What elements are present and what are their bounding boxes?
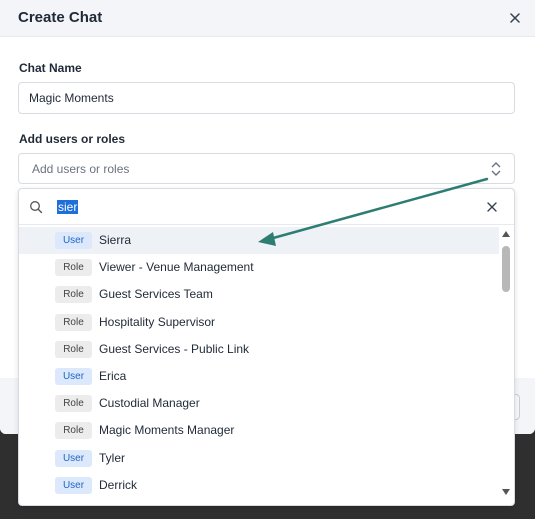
type-badge: User bbox=[55, 449, 92, 467]
chat-name-input[interactable] bbox=[18, 82, 515, 114]
item-name: Erica bbox=[99, 368, 127, 383]
scroll-down-icon[interactable] bbox=[501, 487, 511, 497]
scroll-up-icon[interactable] bbox=[501, 229, 511, 239]
type-badge: User bbox=[55, 367, 92, 385]
list-item[interactable]: Role Custodial Manager bbox=[19, 390, 499, 417]
list-item[interactable]: Role Guest Services - Public Link bbox=[19, 336, 499, 363]
add-users-label: Add users or roles bbox=[19, 132, 126, 146]
dropdown-search-bar[interactable]: sier bbox=[19, 189, 514, 225]
close-button[interactable] bbox=[504, 7, 526, 29]
type-badge: Role bbox=[55, 259, 92, 277]
scrollbar-thumb[interactable] bbox=[502, 246, 510, 292]
type-badge: User bbox=[55, 476, 92, 494]
clear-icon[interactable] bbox=[485, 200, 499, 214]
option-list: User Sierra Role Viewer - Venue Manageme… bbox=[19, 227, 499, 499]
type-badge: Role bbox=[55, 422, 92, 440]
list-item[interactable]: User Derrick bbox=[19, 472, 499, 499]
item-name: Viewer - Venue Management bbox=[99, 260, 254, 275]
list-item[interactable]: Role Magic Moments Manager bbox=[19, 417, 499, 444]
list-item[interactable]: Role Hospitality Supervisor bbox=[19, 309, 499, 336]
modal-title: Create Chat bbox=[18, 9, 103, 26]
item-name: Tyler bbox=[99, 450, 126, 465]
list-item[interactable]: User Tyler bbox=[19, 445, 499, 472]
close-icon bbox=[510, 13, 520, 23]
chat-name-label: Chat Name bbox=[19, 61, 82, 75]
type-badge: Role bbox=[55, 395, 92, 413]
list-item[interactable]: Role Viewer - Venue Management bbox=[19, 254, 499, 281]
user-role-dropdown: sier User Sierra Role Viewer - Venue Man… bbox=[18, 188, 515, 506]
search-icon bbox=[30, 201, 43, 214]
add-users-placeholder: Add users or roles bbox=[32, 162, 130, 176]
list-item[interactable]: Role Guest Services Team bbox=[19, 281, 499, 308]
item-name: Derrick bbox=[99, 477, 137, 492]
list-item[interactable]: User Erica bbox=[19, 363, 499, 390]
add-users-select[interactable]: Add users or roles bbox=[18, 153, 515, 184]
type-badge: Role bbox=[55, 313, 92, 331]
list-item[interactable]: User Sierra bbox=[19, 227, 499, 255]
modal-header: Create Chat bbox=[0, 0, 535, 37]
search-input[interactable]: sier bbox=[57, 200, 79, 214]
item-name: Hospitality Supervisor bbox=[99, 314, 216, 329]
item-name: Guest Services - Public Link bbox=[99, 341, 250, 356]
item-name: Sierra bbox=[99, 233, 132, 247]
type-badge: Role bbox=[55, 340, 92, 358]
type-badge: User bbox=[55, 232, 92, 249]
type-badge: Role bbox=[55, 286, 92, 304]
scrollbar[interactable] bbox=[499, 227, 513, 499]
item-name: Guest Services Team bbox=[99, 287, 213, 302]
item-name: Custodial Manager bbox=[99, 396, 200, 411]
item-name: Magic Moments Manager bbox=[99, 423, 235, 438]
up-down-chevron-icon bbox=[491, 162, 501, 176]
